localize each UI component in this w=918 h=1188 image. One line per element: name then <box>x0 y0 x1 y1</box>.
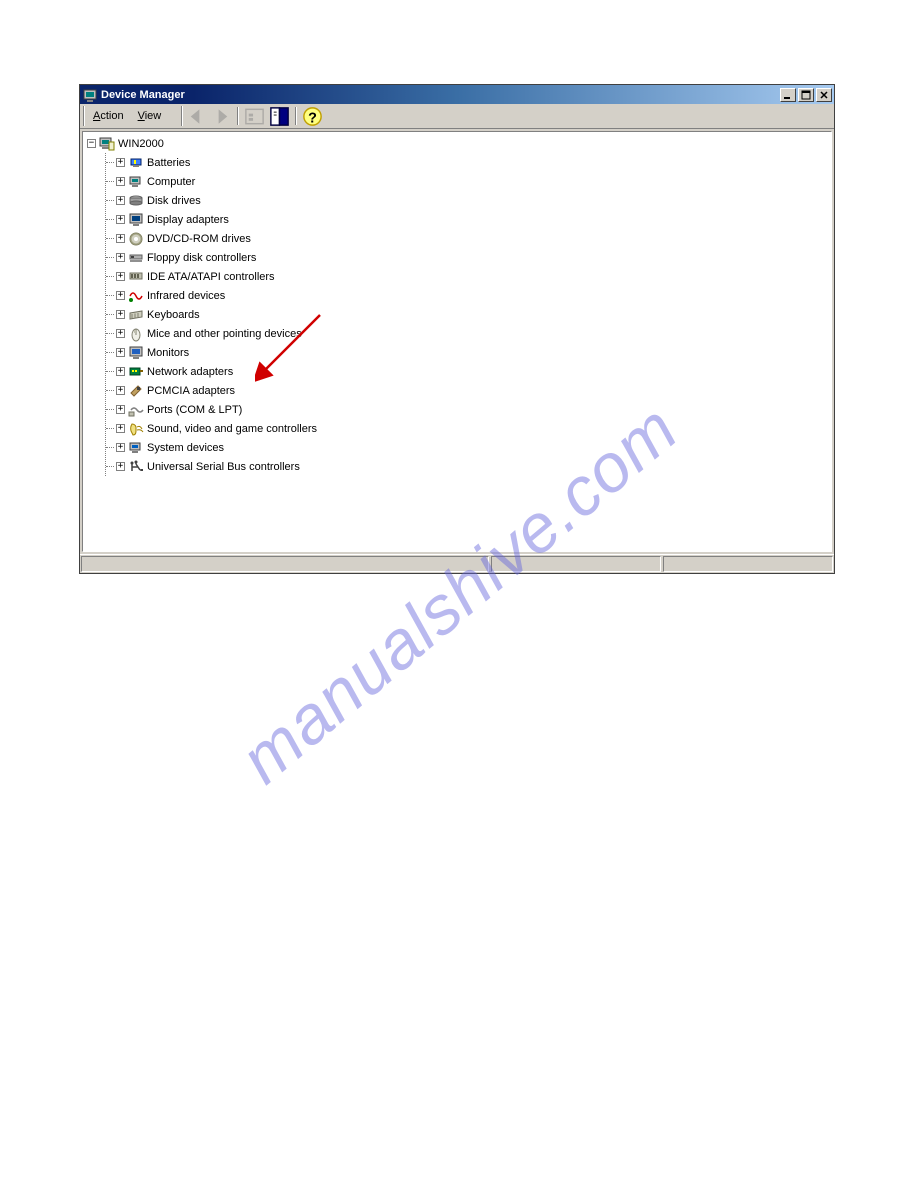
tree-root-node[interactable]: − WIN2000 <box>87 134 827 153</box>
category-icon <box>128 402 144 418</box>
category-icon <box>128 345 144 361</box>
toolbar: Action View ? <box>80 104 834 129</box>
tree-item-label: Disk drives <box>147 195 201 207</box>
tree-item-label: Network adapters <box>147 366 233 378</box>
tree-item-label: Computer <box>147 176 195 188</box>
expand-icon[interactable]: + <box>116 443 125 452</box>
tree-item[interactable]: + Disk drives <box>106 191 827 210</box>
tree-item-label: System devices <box>147 442 224 454</box>
expand-icon[interactable]: + <box>116 367 125 376</box>
category-icon <box>128 364 144 380</box>
tree-root-label: WIN2000 <box>118 138 164 150</box>
expand-icon[interactable]: + <box>116 272 125 281</box>
tree-item-label: Keyboards <box>147 309 200 321</box>
tree-item-label: Monitors <box>147 347 189 359</box>
tree-item-label: Display adapters <box>147 214 229 226</box>
category-icon <box>128 269 144 285</box>
tree-item[interactable]: + PCMCIA adapters <box>106 381 827 400</box>
category-icon <box>128 288 144 304</box>
expand-icon[interactable]: + <box>116 253 125 262</box>
tree-item[interactable]: + Mice and other pointing devices <box>106 324 827 343</box>
category-icon <box>128 212 144 228</box>
status-pane <box>81 556 489 572</box>
titlebar[interactable]: Device Manager <box>80 85 834 104</box>
toolbar-separator <box>237 107 239 125</box>
toolbar-separator <box>295 107 297 125</box>
tree-item-label: Ports (COM & LPT) <box>147 404 242 416</box>
tree-item[interactable]: + IDE ATA/ATAPI controllers <box>106 267 827 286</box>
svg-text:?: ? <box>308 110 317 126</box>
category-icon <box>128 250 144 266</box>
statusbar <box>80 554 834 573</box>
tree-item[interactable]: + Floppy disk controllers <box>106 248 827 267</box>
expand-icon[interactable]: + <box>116 386 125 395</box>
tree-item-label: IDE ATA/ATAPI controllers <box>147 271 275 283</box>
window-controls <box>778 88 832 102</box>
collapse-icon[interactable]: − <box>87 139 96 148</box>
tree-item[interactable]: + Computer <box>106 172 827 191</box>
tree-item[interactable]: + Keyboards <box>106 305 827 324</box>
back-button[interactable] <box>185 105 208 127</box>
expand-icon[interactable]: + <box>116 310 125 319</box>
minimize-button[interactable] <box>780 88 796 102</box>
tree-item[interactable]: + Infrared devices <box>106 286 827 305</box>
tree-item[interactable]: + Monitors <box>106 343 827 362</box>
tree-children: + Batteries + Computer + Disk drives + Display … <box>105 153 827 476</box>
category-icon <box>128 421 144 437</box>
menu-action[interactable]: Action <box>86 107 131 125</box>
tree-item[interactable]: + Display adapters <box>106 210 827 229</box>
expand-icon[interactable]: + <box>116 215 125 224</box>
tree-item[interactable]: + System devices <box>106 438 827 457</box>
expand-icon[interactable]: + <box>116 348 125 357</box>
expand-icon[interactable]: + <box>116 329 125 338</box>
expand-icon[interactable]: + <box>116 291 125 300</box>
category-icon <box>128 326 144 342</box>
tree-item-label: Batteries <box>147 157 190 169</box>
tree-item-label: Universal Serial Bus controllers <box>147 461 300 473</box>
tree-item-label: Mice and other pointing devices <box>147 328 302 340</box>
category-icon <box>128 193 144 209</box>
close-button[interactable] <box>816 88 832 102</box>
category-icon <box>128 174 144 190</box>
help-button[interactable]: ? <box>301 105 324 127</box>
tree-item[interactable]: + Sound, video and game controllers <box>106 419 827 438</box>
category-icon <box>128 307 144 323</box>
expand-icon[interactable]: + <box>116 424 125 433</box>
properties-button[interactable] <box>268 105 291 127</box>
tree-item[interactable]: + Universal Serial Bus controllers <box>106 457 827 476</box>
expand-icon[interactable]: + <box>116 405 125 414</box>
tree-item[interactable]: + Ports (COM & LPT) <box>106 400 827 419</box>
expand-icon[interactable]: + <box>116 177 125 186</box>
app-icon <box>82 87 98 103</box>
window-title: Device Manager <box>101 89 778 101</box>
tree-item[interactable]: + DVD/CD-ROM drives <box>106 229 827 248</box>
tree-item-label: Sound, video and game controllers <box>147 423 317 435</box>
expand-icon[interactable]: + <box>116 462 125 471</box>
toolbar-grip <box>83 106 85 126</box>
category-icon <box>128 383 144 399</box>
device-manager-window: Device Manager Action View ? − WIN2000 +… <box>79 84 835 574</box>
category-icon <box>128 459 144 475</box>
tree-item-label: DVD/CD-ROM drives <box>147 233 251 245</box>
tree-view[interactable]: − WIN2000 + Batteries + Computer + Disk drive… <box>82 131 832 552</box>
show-hide-button[interactable] <box>243 105 266 127</box>
category-icon <box>128 231 144 247</box>
tree-item-label: PCMCIA adapters <box>147 385 235 397</box>
tree-item-label: Infrared devices <box>147 290 225 302</box>
forward-button[interactable] <box>210 105 233 127</box>
computer-root-icon <box>99 136 115 152</box>
expand-icon[interactable]: + <box>116 158 125 167</box>
tree-item-label: Floppy disk controllers <box>147 252 256 264</box>
status-pane <box>491 556 661 572</box>
expand-icon[interactable]: + <box>116 234 125 243</box>
tree-item[interactable]: + Network adapters <box>106 362 827 381</box>
category-icon <box>128 155 144 171</box>
category-icon <box>128 440 144 456</box>
maximize-button[interactable] <box>798 88 814 102</box>
expand-icon[interactable]: + <box>116 196 125 205</box>
toolbar-grip <box>181 106 183 126</box>
menu-view[interactable]: View <box>131 107 169 125</box>
tree-item[interactable]: + Batteries <box>106 153 827 172</box>
status-pane <box>663 556 833 572</box>
